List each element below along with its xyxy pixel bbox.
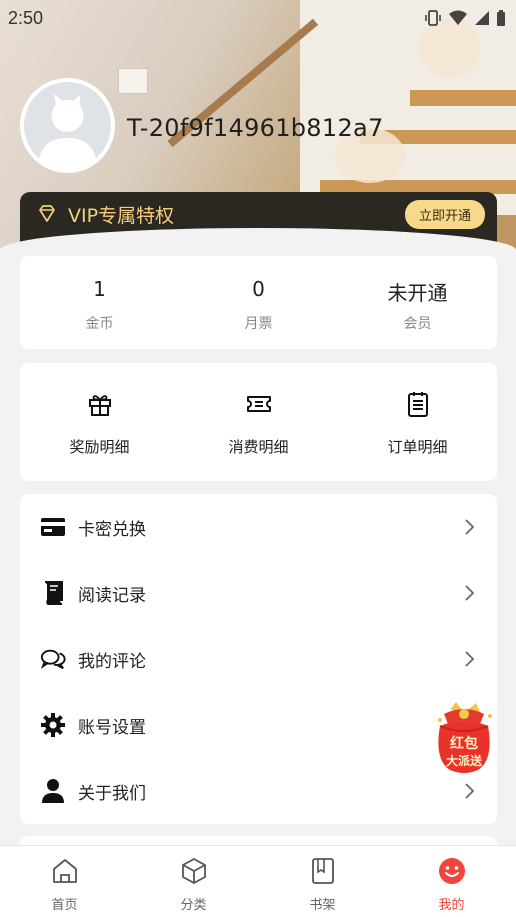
header-bg-frame — [118, 68, 148, 94]
menu-item-label: 卡密兑换 — [78, 519, 146, 540]
stat-value: 1 — [93, 277, 106, 301]
smiley-icon — [438, 858, 465, 884]
stat-value: 0 — [252, 277, 265, 301]
status-time: 2:50 — [8, 7, 44, 28]
avatar-placeholder-icon — [24, 82, 111, 169]
chevron-right-icon — [465, 783, 475, 799]
gear-icon — [40, 712, 66, 738]
stats-card: 1 金币 0 月票 未开通 会员 — [20, 256, 497, 349]
menu-item-label: 账号设置 — [78, 717, 146, 738]
category-cube-icon — [181, 858, 206, 884]
settings-menu: 卡密兑换 阅读记录 我的评论 账号设置 关于我们 — [20, 494, 497, 824]
signal-icon — [475, 11, 489, 25]
stat-membership[interactable]: 未开通 会员 — [338, 256, 497, 349]
menu-item-card-redeem[interactable]: 卡密兑换 — [20, 494, 497, 560]
menu-item-label: 关于我们 — [78, 783, 146, 804]
vibrate-icon — [425, 10, 441, 26]
nav-item-category[interactable]: 分类 — [129, 846, 258, 917]
menu-item-about-us[interactable]: 关于我们 — [20, 758, 497, 824]
nav-label: 首页 — [51, 898, 78, 913]
status-bar: 2:50 — [0, 0, 516, 36]
ticket-icon — [246, 396, 271, 412]
shortcut-order-details[interactable]: 订单明细 — [338, 363, 497, 481]
card-icon — [40, 514, 66, 540]
nav-item-home[interactable]: 首页 — [0, 846, 129, 917]
stat-label: 会员 — [403, 316, 432, 332]
stat-coins[interactable]: 1 金币 — [20, 256, 179, 349]
stat-monthly-tickets[interactable]: 0 月票 — [179, 256, 338, 349]
gift-icon — [88, 395, 111, 416]
red-packet-promo[interactable]: 红包 大派送 — [432, 700, 496, 776]
bottom-nav: 首页 分类 书架 我的 — [0, 845, 516, 917]
wifi-icon — [449, 10, 467, 25]
menu-item-account-settings[interactable]: 账号设置 — [20, 692, 497, 758]
profile-header: 2:50 T-20f9f14961b812a7 VIP专属特权 立即开通 — [0, 0, 516, 250]
vip-open-button[interactable]: 立即开通 — [404, 199, 485, 229]
status-icons — [424, 9, 506, 27]
home-icon — [52, 859, 77, 883]
chevron-right-icon — [465, 651, 475, 667]
nav-item-bookshelf[interactable]: 书架 — [258, 846, 387, 917]
avatar[interactable] — [20, 78, 115, 173]
chevron-right-icon — [465, 519, 475, 535]
battery-icon — [497, 10, 505, 26]
diamond-icon — [39, 205, 55, 222]
user-icon — [40, 778, 66, 804]
shortcut-label: 消费明细 — [228, 438, 289, 456]
book-icon — [40, 580, 66, 606]
chevron-right-icon — [465, 585, 475, 601]
header-bg-stair — [410, 90, 516, 106]
menu-item-label: 阅读记录 — [78, 585, 146, 606]
menu-item-label: 我的评论 — [78, 651, 146, 672]
red-packet-title: 红包 — [450, 736, 478, 752]
nav-label: 分类 — [180, 898, 207, 913]
vip-label: VIP专属特权 — [68, 204, 175, 227]
red-packet-subtitle: 大派送 — [445, 754, 482, 768]
shortcut-label: 奖励明细 — [69, 438, 130, 456]
stat-value: 未开通 — [387, 281, 448, 305]
stat-label: 金币 — [85, 316, 114, 332]
shortcut-reward-details[interactable]: 奖励明细 — [20, 363, 179, 481]
nav-label: 我的 — [438, 898, 465, 913]
stat-label: 月票 — [244, 316, 273, 332]
nav-item-mine[interactable]: 我的 — [387, 846, 516, 917]
username: T-20f9f14961b812a7 — [127, 114, 384, 142]
nav-label: 书架 — [309, 898, 336, 913]
bookshelf-icon — [311, 858, 334, 884]
order-list-icon — [407, 392, 428, 417]
shortcuts-card: 奖励明细 消费明细 订单明细 — [20, 363, 497, 481]
menu-item-my-comments[interactable]: 我的评论 — [20, 626, 497, 692]
shortcut-spending-details[interactable]: 消费明细 — [179, 363, 338, 481]
shortcut-label: 订单明细 — [387, 438, 448, 456]
comment-icon — [40, 646, 66, 672]
menu-item-reading-history[interactable]: 阅读记录 — [20, 560, 497, 626]
